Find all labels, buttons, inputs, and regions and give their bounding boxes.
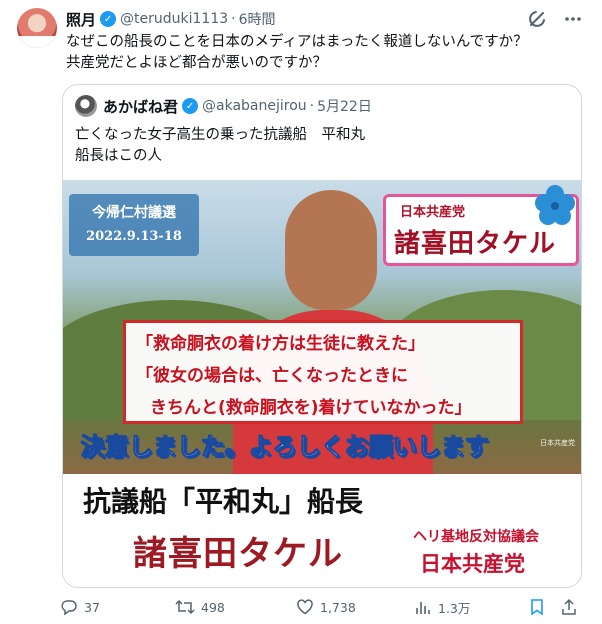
tweet-time[interactable]: 6時間 bbox=[239, 9, 276, 29]
attached-image[interactable]: 今帰仁村議選 2022.9.13-18 日本共産党 諸喜田タケル 「救命胴衣の着… bbox=[63, 180, 581, 587]
tweet-text-line: 共産党だとよほど都合が悪いのですか？ bbox=[66, 55, 327, 71]
like-icon bbox=[297, 599, 313, 615]
quote-line: 「救命胴衣の着け方は生徒に教えた」 bbox=[136, 334, 425, 354]
tweet-header: 照月 ✓ @teruduki1113 · 6時間 bbox=[66, 9, 276, 29]
tweet-top-actions bbox=[526, 8, 584, 30]
corner-watermark: 日本共産党 bbox=[540, 439, 575, 447]
share-icon bbox=[562, 598, 576, 615]
quoted-text-line: 船長はこの人 bbox=[75, 148, 162, 164]
quote-line: きちんと(救命胴衣を)着けていなかった」 bbox=[150, 398, 472, 418]
more-icon[interactable] bbox=[562, 8, 584, 30]
reply-button[interactable]: 37 bbox=[60, 598, 100, 616]
quoted-text-line: 亡くなった女子高生の乗った抗議船 平和丸 bbox=[75, 127, 365, 143]
quote-line: 「彼女の場合は、亡くなったときに bbox=[136, 366, 408, 386]
tweet-text-line: なぜこの船長のことを日本のメディアはまったく報道しないんですか？ bbox=[66, 34, 528, 50]
author-avatar[interactable] bbox=[17, 8, 57, 48]
banner-title: 抗議船「平和丸」船長 bbox=[83, 485, 364, 518]
candidate-name: 諸喜田タケル bbox=[394, 229, 557, 259]
views-icon bbox=[416, 601, 430, 614]
author-handle[interactable]: @teruduki1113 bbox=[120, 11, 228, 27]
banner-org: ヘリ基地反対協議会 bbox=[413, 529, 539, 545]
quoted-tweet-header: あかばね君 ✓ @akabanejirou · 5月22日 bbox=[75, 95, 372, 117]
quoted-tweet-text: 亡くなった女子高生の乗った抗議船 平和丸 船長はこの人 bbox=[75, 125, 365, 167]
quote-callout: 「救命胴衣の着け方は生徒に教えた」 「彼女の場合は、亡くなったときに きちんと(… bbox=[123, 320, 523, 424]
retweet-button[interactable]: 498 bbox=[175, 598, 225, 616]
verified-badge-icon: ✓ bbox=[100, 11, 117, 27]
video-caption: 決意しました。よろしくお願いします bbox=[81, 433, 490, 462]
quoted-tweet-time: 5月22日 bbox=[317, 99, 372, 115]
quoted-author-handle: @akabanejirou bbox=[202, 98, 307, 114]
election-dates: 2022.9.13-18 bbox=[86, 229, 182, 244]
bookmark-icon bbox=[531, 599, 543, 616]
author-name[interactable]: 照月 bbox=[66, 9, 96, 30]
image-banner: 抗議船「平和丸」船長 諸喜田タケル ヘリ基地反対協議会 日本共産党 bbox=[63, 474, 581, 587]
dot-separator: · bbox=[231, 11, 236, 27]
like-count: 1,738 bbox=[320, 599, 356, 615]
tweet[interactable]: 照月 ✓ @teruduki1113 · 6時間 なぜこの船長のことを日本のメデ… bbox=[0, 0, 602, 624]
reply-icon bbox=[61, 600, 77, 616]
verified-badge-icon: ✓ bbox=[182, 98, 199, 114]
retweet-icon bbox=[175, 599, 195, 615]
election-badge: 今帰仁村議選 2022.9.13-18 bbox=[69, 194, 199, 256]
tweet-text: なぜこの船長のことを日本のメディアはまったく報道しないんですか？ 共産党だとよほ… bbox=[66, 32, 586, 74]
retweet-count: 498 bbox=[201, 599, 225, 615]
grok-icon[interactable] bbox=[526, 8, 548, 30]
reply-count: 37 bbox=[84, 599, 100, 615]
views-button[interactable]: 1.3万 bbox=[414, 598, 470, 617]
quoted-tweet[interactable]: あかばね君 ✓ @akabanejirou · 5月22日 亡くなった女子高生の… bbox=[62, 84, 582, 588]
bookmark-button[interactable] bbox=[528, 598, 546, 616]
banner-name: 諸喜田タケル bbox=[133, 534, 343, 574]
banner-party: 日本共産党 bbox=[420, 552, 525, 576]
hibiscus-icon bbox=[535, 185, 575, 225]
dot-separator: · bbox=[309, 98, 315, 114]
quoted-author-avatar bbox=[75, 95, 97, 117]
election-name: 今帰仁村議選 bbox=[92, 205, 176, 221]
quoted-author-name: あかばね君 bbox=[103, 97, 179, 116]
campaign-photo: 今帰仁村議選 2022.9.13-18 日本共産党 諸喜田タケル 「救命胴衣の着… bbox=[63, 180, 581, 474]
views-count: 1.3万 bbox=[438, 601, 471, 616]
person-head bbox=[285, 190, 377, 310]
like-button[interactable]: 1,738 bbox=[296, 598, 356, 616]
party-label: 日本共産党 bbox=[400, 205, 466, 220]
tweet-actions: 37 498 1,738 1.3万 bbox=[60, 598, 590, 620]
share-button[interactable] bbox=[560, 598, 578, 616]
